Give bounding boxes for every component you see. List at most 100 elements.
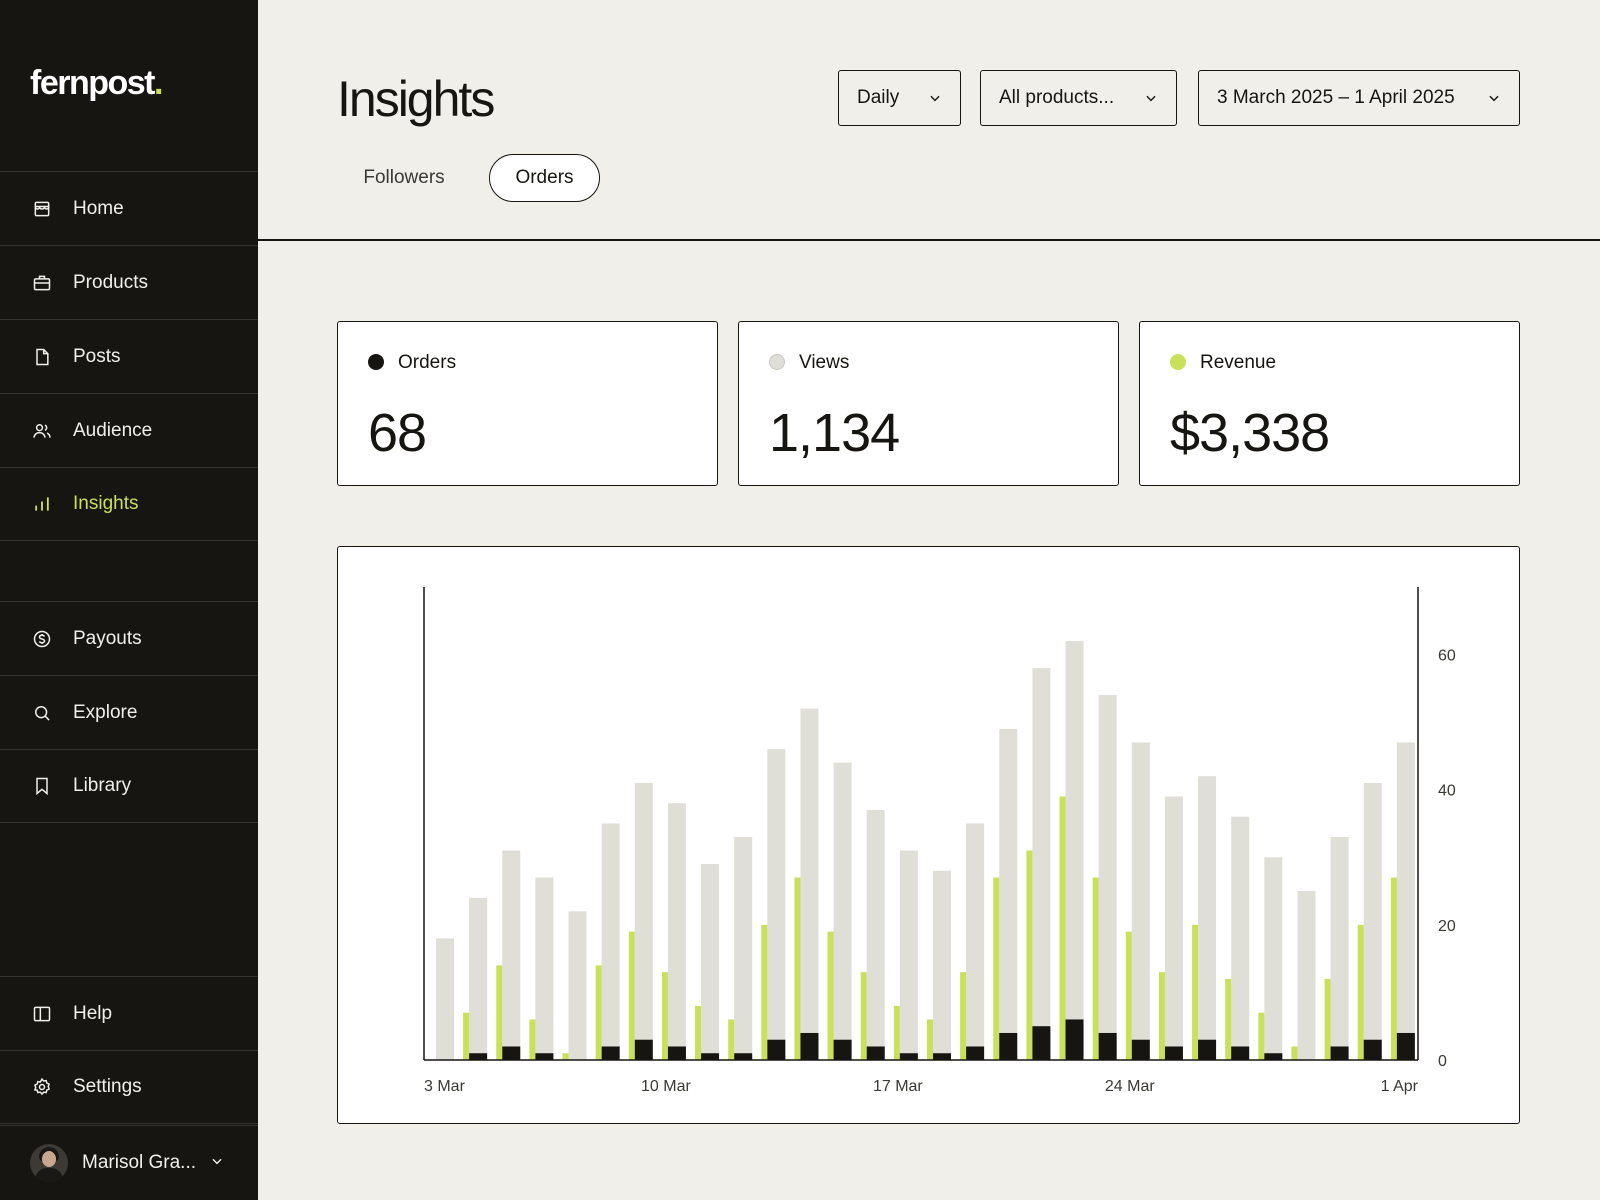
tab-orders[interactable]: Orders: [489, 154, 600, 202]
bar-views: [800, 708, 819, 1060]
stat-label: Views: [799, 352, 850, 373]
bar-revenue: [794, 877, 801, 1060]
bar-orders: [899, 1053, 918, 1060]
y-tick-label: 0: [1438, 1053, 1447, 1070]
bar-revenue: [1092, 877, 1099, 1060]
sidebar-item-label: Help: [73, 1002, 113, 1024]
utility-nav: Help Settings: [0, 976, 258, 1124]
bar-orders: [1396, 1032, 1415, 1060]
bar-views: [1231, 816, 1250, 1060]
logo-text: fernpost: [30, 64, 156, 102]
book-open-icon: [31, 1003, 53, 1025]
bar-views: [866, 809, 885, 1060]
bar-revenue: [496, 965, 503, 1060]
bar-chart-icon: [31, 493, 53, 515]
bar-views: [1297, 891, 1316, 1060]
stat-label: Revenue: [1200, 352, 1277, 373]
bar-orders: [535, 1053, 554, 1060]
views-legend-swatch: [769, 354, 785, 370]
logo-dot: .: [154, 64, 163, 102]
bar-revenue: [860, 972, 867, 1060]
chevron-down-icon: [1489, 95, 1499, 102]
products-select[interactable]: All products...: [980, 70, 1177, 126]
bar-revenue: [761, 924, 768, 1060]
sidebar-item-help[interactable]: Help: [0, 976, 258, 1050]
users-icon: [31, 420, 53, 442]
bar-revenue: [927, 1019, 933, 1060]
sidebar-item-posts[interactable]: Posts: [0, 319, 258, 393]
bar-orders: [469, 1053, 488, 1060]
sidebar-item-label: Insights: [73, 493, 139, 514]
bar-orders: [999, 1032, 1018, 1060]
sidebar-item-settings[interactable]: Settings: [0, 1050, 258, 1124]
page-title: Insights: [337, 71, 495, 127]
bar-views: [436, 938, 454, 1060]
y-tick-label: 60: [1438, 648, 1456, 665]
sidebar-item-audience[interactable]: Audience: [0, 393, 258, 467]
sidebar-item-products[interactable]: Products: [0, 245, 258, 319]
bar-revenue: [1192, 924, 1199, 1060]
interval-select[interactable]: Daily: [838, 70, 961, 126]
sidebar-item-insights[interactable]: Insights: [0, 467, 258, 541]
x-tick-label: 3 Mar: [424, 1078, 466, 1095]
stat-card-orders: Orders 68: [337, 321, 718, 486]
revenue-legend-swatch: [1170, 354, 1186, 370]
sidebar-item-label: Products: [73, 271, 148, 293]
date-range-select[interactable]: 3 March 2025 – 1 April 2025: [1198, 70, 1520, 126]
fernpost-logo[interactable]: fernpost.: [30, 64, 163, 103]
bar-revenue: [1258, 1012, 1265, 1060]
orders-bar-chart: 0 20 40 60 3 Mar 10 Mar 17 Mar 24 Mar 1 Apr: [423, 587, 1456, 1095]
gear-icon: [31, 1076, 53, 1098]
bar-views: [1065, 641, 1084, 1060]
bar-revenue: [595, 965, 602, 1060]
x-tick-label: 10 Mar: [641, 1078, 691, 1095]
y-tick-label: 20: [1438, 918, 1456, 935]
bar-revenue: [1225, 978, 1232, 1060]
sidebar-item-explore[interactable]: Explore: [0, 675, 258, 749]
stat-card-views: Views 1,134: [738, 321, 1119, 486]
bar-orders: [502, 1046, 521, 1060]
bar-revenue: [463, 1012, 470, 1060]
sidebar-item-label: Library: [73, 775, 132, 796]
sidebar-item-label: Explore: [73, 701, 138, 723]
bar-orders: [701, 1053, 720, 1060]
bar-orders: [1198, 1039, 1217, 1060]
bar-orders: [1264, 1053, 1283, 1060]
tab-followers[interactable]: Followers: [344, 154, 464, 202]
x-tick-label: 17 Mar: [873, 1078, 923, 1095]
bar-revenue: [695, 1005, 702, 1060]
bar-views: [833, 762, 852, 1060]
bar-orders: [1131, 1039, 1150, 1060]
bar-orders: [800, 1032, 819, 1060]
search-icon: [31, 702, 53, 724]
bar-revenue: [1390, 877, 1397, 1060]
sidebar-item-home[interactable]: Home: [0, 171, 258, 245]
bar-views: [1363, 782, 1382, 1060]
bar-views: [469, 897, 488, 1060]
sidebar-item-library[interactable]: Library: [0, 749, 258, 823]
bar-orders: [1164, 1046, 1183, 1060]
bar-revenue: [728, 1019, 735, 1060]
bar-orders: [866, 1046, 885, 1060]
bar-orders: [1330, 1046, 1349, 1060]
bar-views: [568, 911, 587, 1060]
stat-card-revenue: Revenue $3,338: [1139, 321, 1520, 486]
x-tick-label: 1 Apr: [1381, 1078, 1419, 1095]
bar-views: [1131, 742, 1150, 1060]
user-menu[interactable]: Marisol Gra...: [0, 1125, 258, 1200]
bar-revenue: [827, 931, 834, 1060]
bar-views: [899, 850, 918, 1060]
bar-orders: [634, 1039, 653, 1060]
bar-orders: [767, 1039, 786, 1060]
bar-orders: [966, 1046, 985, 1060]
y-tick-label: 40: [1438, 783, 1456, 800]
stat-value: 1,134: [769, 403, 900, 463]
bar-revenue: [960, 972, 967, 1060]
interval-select-value: Daily: [857, 87, 900, 108]
bar-orders: [1231, 1046, 1250, 1060]
bar-orders: [1098, 1032, 1117, 1060]
sidebar-item-payouts[interactable]: Payouts: [0, 601, 258, 675]
bar-orders: [1032, 1026, 1051, 1060]
sidebar-item-label: Payouts: [73, 627, 142, 649]
bar-views: [667, 803, 686, 1060]
